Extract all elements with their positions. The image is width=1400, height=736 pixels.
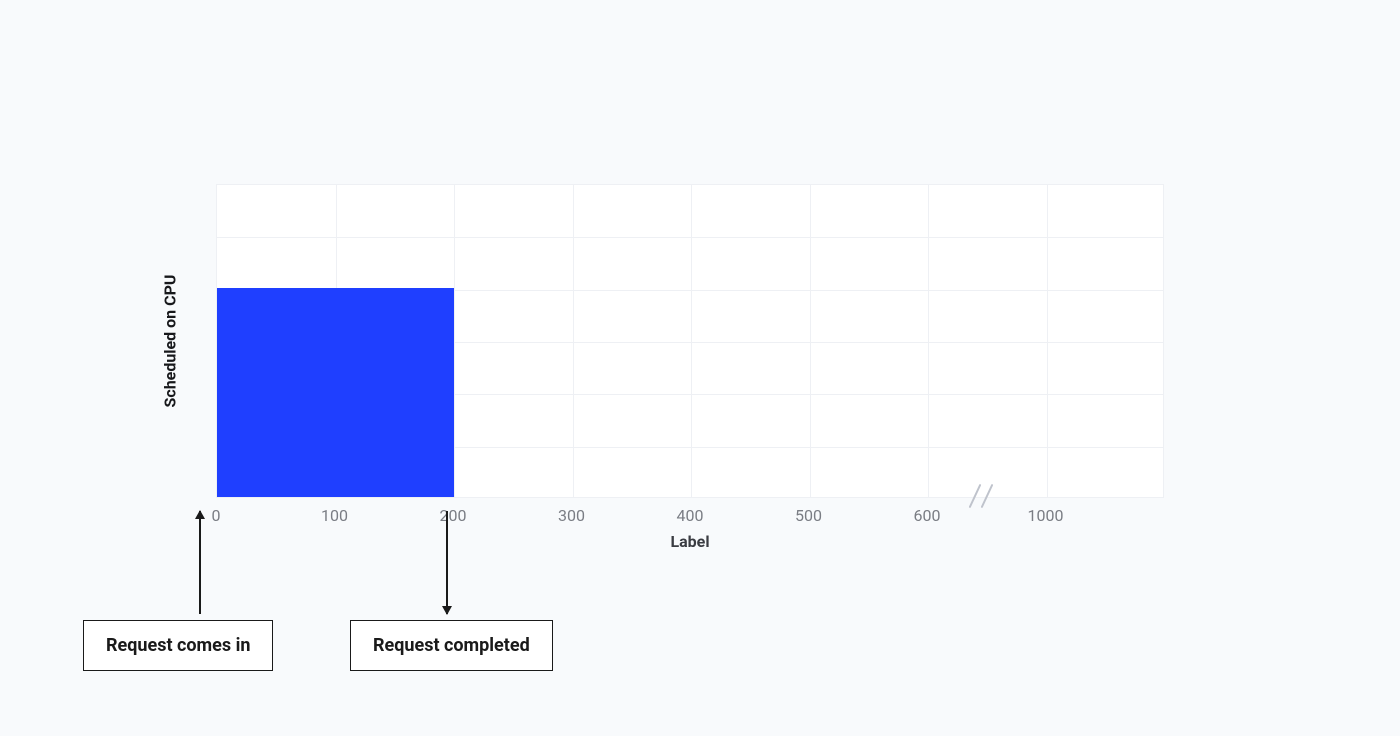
gridline-v	[1047, 185, 1048, 497]
x-axis-label: Label	[670, 532, 709, 551]
gridline-h	[217, 237, 1163, 238]
axis-break-icon	[974, 483, 998, 507]
gridline-v	[928, 185, 929, 497]
gridline-v	[573, 185, 574, 497]
x-tick: 200	[440, 506, 467, 525]
gridline-v	[810, 185, 811, 497]
x-tick: 600	[914, 506, 941, 525]
x-tick: 0	[212, 506, 221, 525]
gridline-v	[454, 185, 455, 497]
x-tick: 100	[321, 506, 348, 525]
y-axis-label: Scheduled on CPU	[161, 275, 180, 408]
callout-request-done: Request completed	[350, 620, 553, 671]
x-tick: 400	[677, 506, 704, 525]
x-tick: 300	[558, 506, 585, 525]
x-tick: 500	[795, 506, 822, 525]
scheduled-bar	[217, 288, 454, 497]
arrow-up-icon	[199, 511, 201, 614]
x-tick: 1000	[1028, 506, 1064, 525]
gridline-v	[691, 185, 692, 497]
chart-plot-area	[216, 184, 1164, 498]
callout-request-in: Request comes in	[83, 620, 273, 671]
arrow-down-icon	[446, 511, 448, 614]
